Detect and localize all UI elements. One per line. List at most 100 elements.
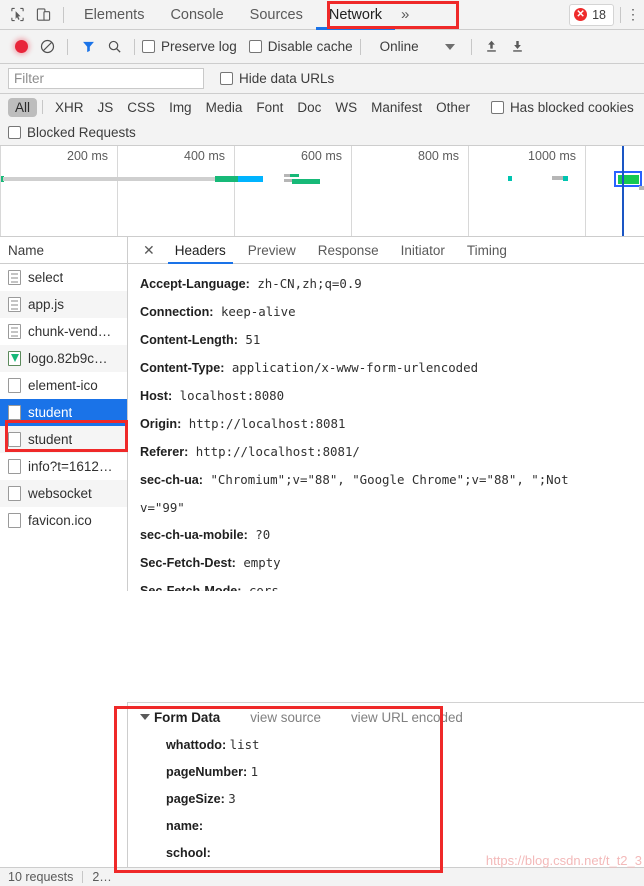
throttling-select[interactable]: Online (380, 39, 419, 54)
overview-tick-1000: 1000 ms (528, 149, 576, 163)
request-list-header-name[interactable]: Name (0, 237, 127, 264)
upload-arrow-icon[interactable] (479, 34, 505, 60)
type-filter-ws[interactable]: WS (328, 98, 364, 117)
list-item[interactable]: student (0, 426, 127, 453)
header-row: Host: localhost:8080 (140, 382, 644, 410)
list-item[interactable]: select (0, 264, 127, 291)
form-data-key: pageSize: (166, 792, 225, 806)
inspect-cursor-icon[interactable] (4, 2, 30, 28)
form-data-header[interactable]: Form Data view source view URL encoded (140, 703, 644, 731)
has-blocked-cookies-label: Has blocked cookies (509, 99, 634, 115)
disable-cache-checkbox[interactable]: Disable cache (248, 39, 353, 54)
header-value: http://localhost:8081 (188, 416, 346, 431)
tab-initiator[interactable]: Initiator (390, 237, 456, 264)
headers-list: Accept-Language: zh-CN,zh;q=0.9 Connecti… (128, 264, 644, 591)
has-blocked-cookies-checkbox[interactable]: Has blocked cookies (490, 99, 634, 115)
view-url-encoded-link[interactable]: view URL encoded (351, 710, 463, 725)
filter-input[interactable]: Filter (8, 68, 204, 89)
search-icon[interactable] (101, 34, 127, 60)
hide-data-urls-checkbox[interactable]: Hide data URLs (220, 71, 334, 86)
tab-elements[interactable]: Elements (71, 0, 157, 30)
tab-headers[interactable]: Headers (164, 237, 237, 264)
type-filter-js[interactable]: JS (91, 98, 121, 117)
list-item[interactable]: favicon.ico (0, 507, 127, 534)
overview-bar (3, 177, 215, 181)
header-row: sec-ch-ua: "Chromium";v="88", "Google Ch… (140, 466, 644, 494)
download-arrow-icon[interactable] (505, 34, 531, 60)
request-name: favicon.ico (28, 513, 92, 528)
view-source-link[interactable]: view source (250, 710, 321, 725)
devtools-menu-icon[interactable]: ⋮ (621, 6, 640, 23)
type-filter-xhr[interactable]: XHR (48, 98, 91, 117)
form-data-value: 3 (228, 791, 236, 806)
tab-response[interactable]: Response (307, 237, 390, 264)
overview-tick-200: 200 ms (67, 149, 108, 163)
tab-sources[interactable]: Sources (237, 0, 316, 30)
toolbar-divider-4 (359, 38, 361, 55)
chevron-down-icon[interactable] (444, 43, 455, 50)
tab-console[interactable]: Console (157, 0, 236, 30)
type-filter-doc[interactable]: Doc (290, 98, 328, 117)
form-data-row: whattodo: list (140, 731, 644, 758)
request-name: select (28, 270, 64, 285)
header-row: Referer: http://localhost:8081/ (140, 438, 644, 466)
form-data-row: pageSize: 3 (140, 785, 644, 812)
list-item[interactable]: info?t=1612… (0, 453, 127, 480)
request-count: 10 requests (8, 870, 74, 884)
request-name: info?t=1612… (28, 459, 113, 474)
request-list-empty-area (0, 702, 128, 867)
header-row: Content-Type: application/x-www-form-url… (140, 354, 644, 382)
overview-bar (290, 174, 299, 177)
error-badge[interactable]: ✕ 18 (569, 3, 614, 26)
tab-timing[interactable]: Timing (456, 237, 518, 264)
overview-bar (639, 186, 644, 190)
type-filter-manifest[interactable]: Manifest (364, 98, 429, 117)
filter-funnel-icon[interactable] (75, 34, 101, 60)
type-filter-css[interactable]: CSS (120, 98, 162, 117)
type-filter-row: All XHR JS CSS Img Media Font Doc WS Man… (0, 94, 644, 120)
devtools-tabbar: Elements Console Sources Network » ✕ 18 … (0, 0, 644, 30)
list-item[interactable]: websocket (0, 480, 127, 507)
list-item[interactable]: app.js (0, 291, 127, 318)
header-row: sec-ch-ua-mobile: ?0 (140, 521, 644, 549)
type-filter-font[interactable]: Font (249, 98, 290, 117)
error-circle-icon: ✕ (574, 8, 588, 21)
triangle-down-icon[interactable] (140, 714, 150, 720)
list-item-selected[interactable]: student (0, 399, 127, 426)
tab-preview[interactable]: Preview (237, 237, 307, 264)
type-filter-other[interactable]: Other (429, 98, 477, 117)
header-continuation: v="99" (140, 500, 185, 515)
tab-network[interactable]: Network (315, 0, 396, 30)
device-toolbar-icon[interactable] (30, 2, 56, 28)
list-item[interactable]: logo.82b9c… (0, 345, 127, 372)
blocked-requests-checkbox[interactable]: Blocked Requests (8, 125, 136, 140)
preserve-log-checkbox[interactable]: Preserve log (142, 39, 237, 54)
header-key: Content-Length: (140, 333, 238, 347)
type-filter-img[interactable]: Img (162, 98, 199, 117)
request-name: websocket (28, 486, 92, 501)
list-item[interactable]: chunk-vend… (0, 318, 127, 345)
network-overview-timeline[interactable]: 200 ms 400 ms 600 ms 800 ms 1000 ms (0, 146, 644, 237)
clear-icon[interactable] (34, 34, 60, 60)
header-row: Sec-Fetch-Dest: empty (140, 549, 644, 577)
overview-bar (563, 176, 568, 181)
type-filter-all[interactable]: All (8, 97, 38, 117)
more-tabs-icon[interactable]: » (395, 6, 415, 23)
checkbox-box (142, 40, 155, 53)
overview-playhead (622, 146, 624, 236)
type-filter-media[interactable]: Media (199, 98, 250, 117)
header-key: Referer: (140, 445, 189, 459)
generic-file-icon (8, 486, 21, 501)
checkbox-box (490, 100, 504, 114)
close-icon[interactable]: ✕ (134, 242, 164, 259)
form-data-key: school: (166, 846, 211, 860)
devtools-window: Elements Console Sources Network » ✕ 18 … (0, 0, 644, 886)
overview-bar (292, 179, 320, 184)
header-key: Origin: (140, 417, 182, 431)
record-button-icon[interactable] (8, 34, 34, 60)
network-toolbar: Preserve log Disable cache Online (0, 30, 644, 64)
list-item[interactable]: element-ico (0, 372, 127, 399)
disable-cache-label: Disable cache (267, 39, 353, 54)
header-row: Content-Length: 51 (140, 326, 644, 354)
filter-row: Filter Hide data URLs (0, 64, 644, 94)
